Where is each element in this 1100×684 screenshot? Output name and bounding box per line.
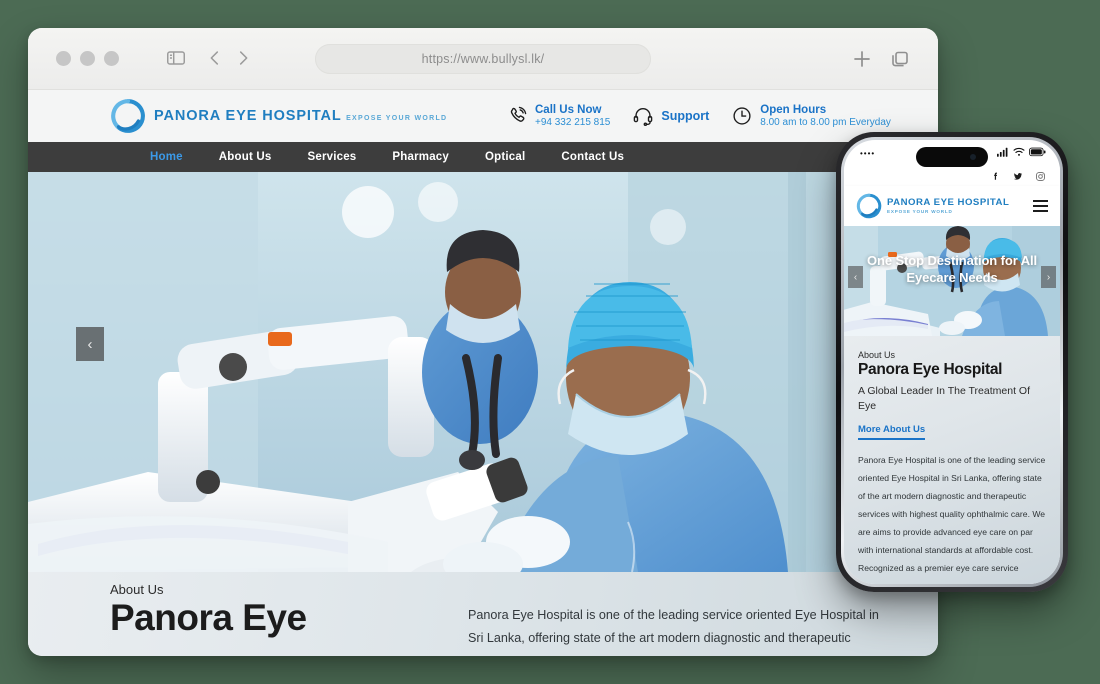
eye-swirl-logo-icon [856,193,882,219]
window-traffic-lights[interactable] [56,51,119,66]
phone-hero-title: One Stop Destination for All Eyecare Nee… [866,253,1038,285]
phone-screen: •••• PANORA EYE HOSPITAL EXPOSE YOUR WOR… [844,140,1060,584]
phone-frame-band: •••• PANORA EYE HOSPITAL EXPOSE YOUR WOR… [841,137,1063,587]
nav-item-services[interactable]: Services [307,151,356,163]
phone-site-logo[interactable]: PANORA EYE HOSPITAL EXPOSE YOUR WORLD [856,193,1009,219]
hero-image [28,172,938,572]
contact-call-text: Call Us Now +94 332 215 815 [535,103,610,130]
maximize-window-button[interactable] [104,51,119,66]
about-title: Panora Eye [110,597,307,638]
contact-call-us[interactable]: Call Us Now +94 332 215 815 [506,103,610,130]
phone-logo-tagline: EXPOSE YOUR WORLD [887,208,953,214]
headset-icon [632,105,654,127]
plus-icon[interactable] [850,47,874,76]
browser-toolbar: https://www.bullysl.lk/ [28,28,938,90]
close-window-button[interactable] [56,51,71,66]
about-text-block: Panora Eye Hospital is one of the leadin… [468,582,888,656]
phone-site-header: PANORA EYE HOSPITAL EXPOSE YOUR WORLD [844,186,1060,226]
status-time: •••• [860,148,876,158]
browser-window: https://www.bullysl.lk/ PANORA EYE HOSPI… [28,28,938,656]
signal-icon [997,144,1009,162]
about-paragraph: Panora Eye Hospital is one of the leadin… [468,608,879,656]
phone-number: +94 332 215 815 [535,116,611,128]
site-header: PANORA EYE HOSPITAL EXPOSE YOUR WORLD Ca… [28,90,938,142]
header-contact-row: Call Us Now +94 332 215 815 Support Open… [506,103,891,130]
phone-about-paragraph: Panora Eye Hospital is one of the leadin… [858,455,1046,584]
about-kicker: About Us [110,582,164,597]
phone-about-title: Panora Eye Hospital [858,361,1003,378]
phone-about-section: About Us Panora Eye Hospital A Global Le… [844,336,1060,584]
contact-open-hours[interactable]: Open Hours 8.00 am to 8.00 pm Everyday [731,103,891,130]
forward-chevron-icon[interactable] [232,47,254,74]
open-hours-value: 8.00 am to 8.00 pm Everyday [760,116,891,128]
nav-item-contact-us[interactable]: Contact Us [561,151,624,163]
phone-hero-next-arrow[interactable]: › [1041,266,1056,288]
about-section: About Us Panora Eye Panora Eye Hospital … [28,572,938,656]
phone-mockup: •••• PANORA EYE HOSPITAL EXPOSE YOUR WOR… [836,132,1068,592]
logo-tagline: EXPOSE YOUR WORLD [346,115,448,122]
phone-hero-prev-arrow[interactable]: ‹ [848,266,863,288]
logo-title: PANORA EYE HOSPITAL [154,108,342,124]
hero-carousel: ‹ [28,172,938,572]
hero-prev-arrow[interactable]: ‹ [76,327,104,361]
phone-about-subtitle: A Global Leader In The Treatment Of Eye [858,384,1030,412]
phone-about-kicker: About Us [858,350,896,360]
minimize-window-button[interactable] [80,51,95,66]
open-hours-label: Open Hours [760,103,827,116]
address-bar[interactable]: https://www.bullysl.lk/ [315,44,651,74]
support-label: Support [661,109,710,123]
site-logo[interactable]: PANORA EYE HOSPITAL EXPOSE YOUR WORLD [110,98,447,134]
nav-item-pharmacy[interactable]: Pharmacy [392,151,449,163]
facebook-icon[interactable] [990,171,1001,182]
contact-support[interactable]: Support [632,105,709,127]
phone-icon [506,105,528,127]
main-navigation: Home About Us Services Pharmacy Optical … [28,142,938,172]
contact-hours-text: Open Hours 8.00 am to 8.00 pm Everyday [760,103,891,130]
clock-icon [731,105,753,127]
phone-logo-text: PANORA EYE HOSPITAL EXPOSE YOUR WORLD [887,197,1010,214]
about-heading-block: About Us Panora Eye [110,582,440,656]
instagram-icon[interactable] [1035,171,1046,182]
phone-social-bar [844,166,1060,186]
battery-icon [1029,144,1046,162]
tab-overview-icon[interactable] [888,47,912,76]
phone-notch [916,147,988,167]
url-text: https://www.bullysl.lk/ [421,52,545,66]
phone-logo-title: PANORA EYE HOSPITAL [887,197,1010,209]
nav-item-home[interactable]: Home [150,151,183,163]
back-chevron-icon[interactable] [204,47,226,74]
phone-hero-carousel: One Stop Destination for All Eyecare Nee… [844,226,1060,336]
nav-item-optical[interactable]: Optical [485,151,525,163]
site-logo-text: PANORA EYE HOSPITAL EXPOSE YOUR WORLD [154,107,447,125]
screenshot-stage: https://www.bullysl.lk/ PANORA EYE HOSPI… [0,0,1100,684]
nav-item-about-us[interactable]: About Us [219,151,272,163]
sidebar-toggle-icon[interactable] [165,47,187,74]
call-us-label: Call Us Now [535,103,602,116]
more-about-us-link[interactable]: More About Us [858,424,926,441]
hamburger-menu-icon[interactable] [1033,200,1048,212]
wifi-icon [1013,144,1025,162]
eye-swirl-logo-icon [110,98,146,134]
twitter-icon[interactable] [1012,171,1024,182]
